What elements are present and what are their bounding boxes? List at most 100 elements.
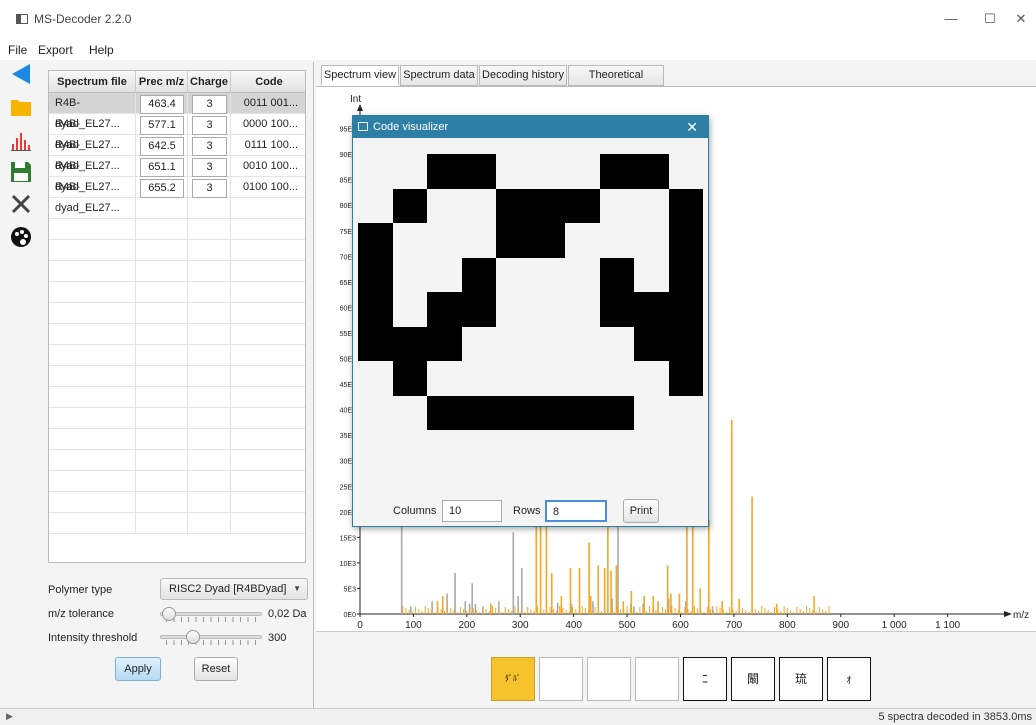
menu-export[interactable]: Export (38, 43, 73, 57)
decoded-glyph-box[interactable]: ﾆ (683, 657, 727, 701)
dialog-close-icon[interactable]: ✕ (686, 116, 698, 138)
table-row[interactable]: R4B-dyad_EL27... 577.1 3 0000 100... (49, 114, 305, 151)
cell-spectrum-file: R4B-dyad_EL27... (49, 93, 136, 130)
empty-cell (188, 198, 231, 219)
tolerance-slider[interactable] (160, 606, 262, 622)
tab-spectrum-view[interactable]: Spectrum view (321, 65, 399, 86)
threshold-slider[interactable] (160, 629, 262, 645)
empty-cell (188, 261, 231, 282)
code-matrix (358, 154, 703, 430)
empty-cell (188, 324, 231, 345)
tab-spectrum-data[interactable]: Spectrum data (400, 65, 478, 86)
cell-charge: 3 (188, 93, 231, 114)
tools-icon[interactable] (10, 193, 32, 215)
empty-cell (136, 513, 188, 534)
close-button[interactable]: ✕ (1006, 8, 1036, 30)
polymer-type-label: Polymer type (48, 584, 113, 596)
matrix-cell-on (427, 395, 462, 430)
empty-cell (49, 387, 136, 408)
matrix-cell-off (531, 154, 566, 189)
y-tick-label: 15E3 (340, 535, 356, 542)
charge-field[interactable]: 3 (192, 95, 227, 114)
decoded-glyph-box[interactable] (587, 657, 631, 701)
matrix-cell-off (531, 327, 566, 362)
print-button[interactable]: Print (623, 499, 659, 523)
dialog-title-bar[interactable]: Code visualizer ✕ (353, 116, 708, 138)
empty-cell (231, 513, 305, 534)
decoded-glyph-box[interactable] (539, 657, 583, 701)
col-spectrum-file[interactable]: Spectrum file (49, 71, 136, 93)
empty-cell (49, 240, 136, 261)
back-arrow-icon[interactable] (10, 63, 32, 85)
table-row[interactable]: R4B-dyad_EL27... 463.4 3 0011 001... (49, 93, 305, 130)
folder-icon[interactable] (10, 96, 32, 118)
empty-table-row (49, 366, 305, 387)
charge-field[interactable]: 3 (192, 116, 227, 135)
decoded-glyph-box[interactable]: ｫ (827, 657, 871, 701)
slider-thumb[interactable] (161, 607, 176, 621)
matrix-cell-on (461, 292, 496, 327)
empty-table-row (49, 429, 305, 450)
matrix-cell-off (600, 327, 635, 362)
spectrum-icon[interactable] (10, 130, 32, 152)
empty-cell (136, 408, 188, 429)
charge-field[interactable]: 3 (192, 137, 227, 156)
slider-ticks (166, 617, 256, 622)
matrix-cell-off (634, 258, 669, 293)
menu-help[interactable]: Help (89, 43, 114, 57)
rows-input[interactable]: 8 (545, 500, 607, 522)
col-charge[interactable]: Charge (188, 71, 231, 93)
x-tick-label: 1 100 (935, 620, 960, 631)
apply-button[interactable]: Apply (115, 657, 161, 681)
prec-mz-field[interactable]: 463.4 (140, 95, 184, 114)
menu-file[interactable]: File (8, 43, 27, 57)
tolerance-value: 0,02 Da (268, 608, 307, 620)
col-prec-mz[interactable]: Prec m/z (136, 71, 188, 93)
prec-mz-field[interactable]: 642.5 (140, 137, 184, 156)
tab-decoding-history[interactable]: Decoding history (479, 65, 567, 86)
matrix-cell-off (393, 223, 428, 258)
empty-cell (49, 219, 136, 240)
empty-cell (49, 513, 136, 534)
x-tick-label: 500 (619, 620, 636, 631)
charge-field[interactable]: 3 (192, 179, 227, 198)
polymer-type-select[interactable]: RISC2 Dyad [R4BDyad] ▼ (160, 578, 308, 600)
maximize-button[interactable]: ☐ (975, 8, 1005, 30)
columns-input[interactable]: 10 (442, 500, 502, 522)
minimize-button[interactable]: — (936, 8, 966, 30)
decoded-glyph-box[interactable]: 闞 (731, 657, 775, 701)
table-row[interactable]: R4B-dyad_EL27... 642.5 3 0111 100... (49, 135, 305, 172)
tab-theoretical-masses[interactable]: Theoretical masses (568, 65, 664, 100)
expand-arrow-icon[interactable]: ▶ (6, 711, 13, 722)
decoded-glyph-box[interactable] (635, 657, 679, 701)
table-row[interactable]: R4B-dyad_EL27... 651.1 3 0010 100... (49, 156, 305, 193)
matrix-cell-on (427, 292, 462, 327)
empty-cell (188, 513, 231, 534)
matrix-cell-on (530, 188, 565, 223)
matrix-cell-on (496, 395, 531, 430)
table-row[interactable]: R4B-dyad_EL27... 655.2 3 0100 100... (49, 177, 305, 214)
prec-mz-field[interactable]: 651.1 (140, 158, 184, 177)
empty-cell (188, 387, 231, 408)
palette-icon[interactable] (10, 226, 32, 248)
empty-cell (188, 408, 231, 429)
matrix-cell-on (358, 326, 393, 361)
cell-code: 0100 100... (231, 177, 305, 198)
matrix-cell-on (358, 292, 393, 327)
charge-field[interactable]: 3 (192, 158, 227, 177)
empty-cell (231, 303, 305, 324)
empty-table-row (49, 261, 305, 282)
reset-button[interactable]: Reset (194, 657, 238, 681)
empty-cell (136, 303, 188, 324)
spectra-table: Spectrum file Prec m/z Charge Code R4B-d… (48, 70, 306, 563)
matrix-cell-off (600, 361, 635, 396)
save-icon[interactable] (10, 161, 32, 183)
decoded-glyph-box[interactable]: ﾀﾞﾙﾞ (491, 657, 535, 701)
prec-mz-field[interactable]: 577.1 (140, 116, 184, 135)
decoded-glyph-box[interactable]: 琉 (779, 657, 823, 701)
empty-cell (231, 219, 305, 240)
prec-mz-field[interactable]: 655.2 (140, 179, 184, 198)
matrix-cell-off (600, 189, 635, 224)
col-code[interactable]: Code (231, 71, 305, 93)
matrix-cell-off (358, 154, 393, 189)
